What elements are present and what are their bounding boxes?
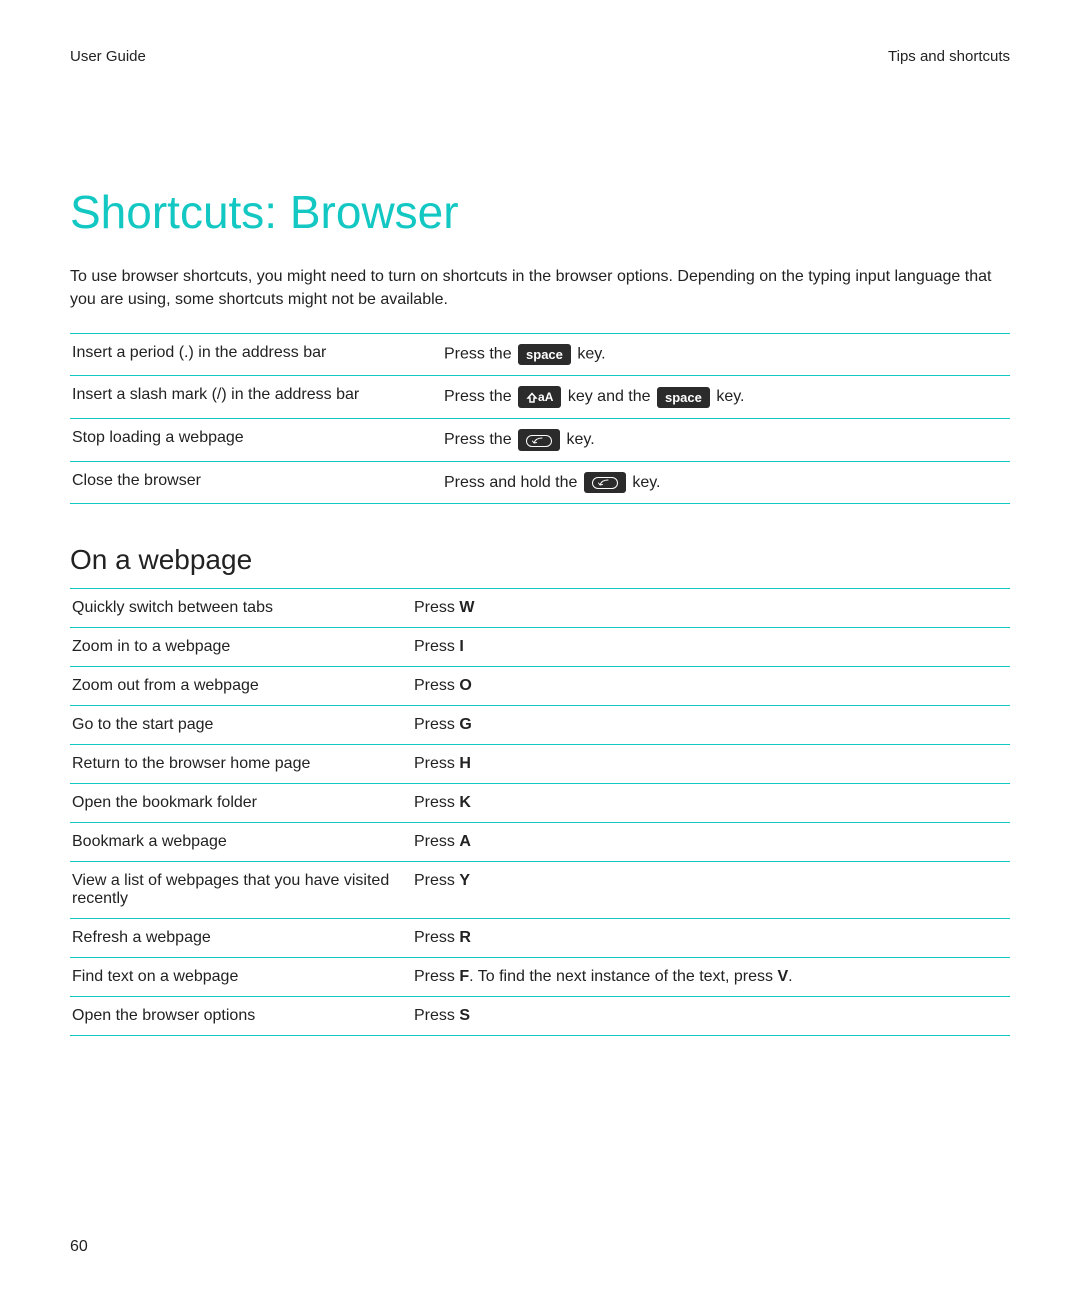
page: User Guide Tips and shortcuts Shortcuts:… xyxy=(0,0,1080,1296)
table-row: Insert a slash mark (/) in the address b… xyxy=(70,376,1010,419)
key-letter: R xyxy=(459,929,471,946)
key-letter: K xyxy=(459,794,471,811)
key-space-icon: space xyxy=(518,344,571,365)
shortcut-keys: Press R xyxy=(412,919,1010,958)
shortcut-keys: Press A xyxy=(412,823,1010,862)
key-letter: V xyxy=(777,968,788,985)
key-back-icon xyxy=(584,472,626,494)
shortcut-keys: Press W xyxy=(412,589,1010,628)
key-shift-icon: aA xyxy=(518,386,561,408)
page-number: 60 xyxy=(70,1238,88,1256)
shortcut-action: Open the browser options xyxy=(70,997,412,1036)
key-letter: O xyxy=(459,677,471,694)
shortcut-keys: Press the key. xyxy=(442,418,1010,461)
shortcut-keys: Press the space key. xyxy=(442,334,1010,376)
table-row: Stop loading a webpagePress the key. xyxy=(70,418,1010,461)
shortcut-action: View a list of webpages that you have vi… xyxy=(70,862,412,919)
shortcut-keys: Press the aA key and the space key. xyxy=(442,376,1010,419)
shortcut-keys: Press O xyxy=(412,667,1010,706)
intro-paragraph: To use browser shortcuts, you might need… xyxy=(70,265,1010,311)
page-title: Shortcuts: Browser xyxy=(70,185,1010,239)
header-left: User Guide xyxy=(70,48,146,65)
shortcut-keys: Press I xyxy=(412,628,1010,667)
shortcut-action: Stop loading a webpage xyxy=(70,418,442,461)
key-letter: H xyxy=(459,755,471,772)
shortcut-keys: Press and hold the key. xyxy=(442,461,1010,504)
shortcut-action: Refresh a webpage xyxy=(70,919,412,958)
section-heading-on-a-webpage: On a webpage xyxy=(70,544,1010,576)
page-header: User Guide Tips and shortcuts xyxy=(70,48,1010,65)
shortcut-action: Close the browser xyxy=(70,461,442,504)
header-right: Tips and shortcuts xyxy=(888,48,1010,65)
key-letter: I xyxy=(459,638,463,655)
shortcut-action: Find text on a webpage xyxy=(70,958,412,997)
shortcut-keys: Press S xyxy=(412,997,1010,1036)
shortcuts-table-general: Insert a period (.) in the address barPr… xyxy=(70,333,1010,504)
shortcut-keys: Press F. To find the next instance of th… xyxy=(412,958,1010,997)
table-row: Go to the start pagePress G xyxy=(70,706,1010,745)
key-letter: W xyxy=(459,599,474,616)
table-row: Close the browserPress and hold the key. xyxy=(70,461,1010,504)
key-letter: Y xyxy=(459,872,470,889)
shortcut-action: Bookmark a webpage xyxy=(70,823,412,862)
table-row: Open the bookmark folderPress K xyxy=(70,784,1010,823)
table-row: Zoom in to a webpagePress I xyxy=(70,628,1010,667)
shortcut-keys: Press H xyxy=(412,745,1010,784)
shortcuts-table-webpage: Quickly switch between tabsPress WZoom i… xyxy=(70,588,1010,1036)
shortcut-keys: Press Y xyxy=(412,862,1010,919)
table-row: View a list of webpages that you have vi… xyxy=(70,862,1010,919)
table-row: Insert a period (.) in the address barPr… xyxy=(70,334,1010,376)
table-row: Zoom out from a webpagePress O xyxy=(70,667,1010,706)
shortcut-action: Return to the browser home page xyxy=(70,745,412,784)
shortcut-action: Insert a period (.) in the address bar xyxy=(70,334,442,376)
key-space-icon: space xyxy=(657,387,710,408)
key-letter: A xyxy=(459,833,471,850)
shortcut-action: Insert a slash mark (/) in the address b… xyxy=(70,376,442,419)
key-back-icon xyxy=(518,429,560,451)
shortcut-action: Open the bookmark folder xyxy=(70,784,412,823)
table-row: Quickly switch between tabsPress W xyxy=(70,589,1010,628)
table-row: Refresh a webpagePress R xyxy=(70,919,1010,958)
shortcut-action: Go to the start page xyxy=(70,706,412,745)
table-row: Find text on a webpagePress F. To find t… xyxy=(70,958,1010,997)
shortcut-action: Zoom out from a webpage xyxy=(70,667,412,706)
shortcut-keys: Press G xyxy=(412,706,1010,745)
key-letter: G xyxy=(459,716,471,733)
shortcut-action: Zoom in to a webpage xyxy=(70,628,412,667)
shortcut-action: Quickly switch between tabs xyxy=(70,589,412,628)
key-letter: F xyxy=(459,968,469,985)
table-row: Open the browser optionsPress S xyxy=(70,997,1010,1036)
table-row: Return to the browser home pagePress H xyxy=(70,745,1010,784)
key-letter: S xyxy=(459,1007,470,1024)
shortcut-keys: Press K xyxy=(412,784,1010,823)
table-row: Bookmark a webpagePress A xyxy=(70,823,1010,862)
